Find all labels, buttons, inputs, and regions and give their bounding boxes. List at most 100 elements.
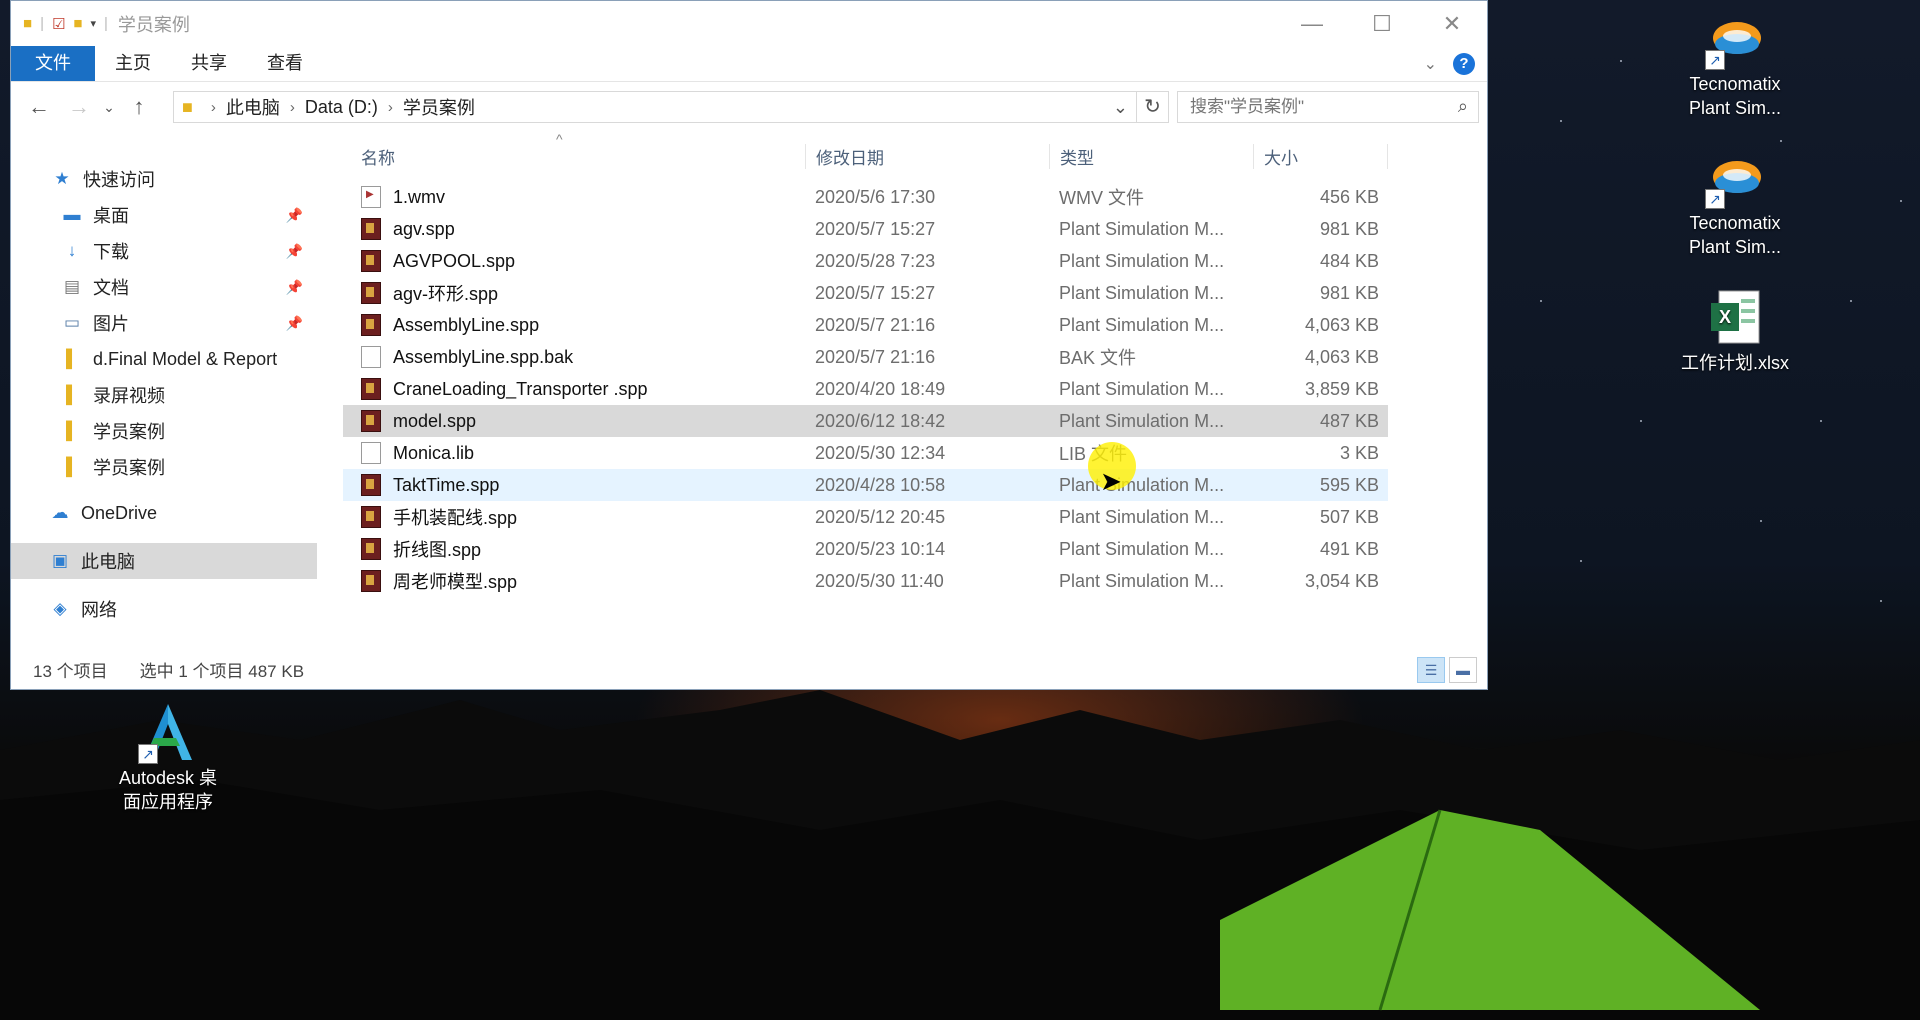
maximize-button[interactable]: ☐ bbox=[1347, 1, 1417, 46]
recent-locations-chevron-icon[interactable]: ⌄ bbox=[99, 99, 119, 116]
file-explorer-window: ■ | ☑ ■ ▾ | 学员案例 — ☐ ✕ 文件 主页 共享 查看 ⌄ ? ←… bbox=[10, 0, 1488, 690]
forward-arrow-icon[interactable]: → bbox=[59, 94, 99, 120]
column-header-type[interactable]: 类型 bbox=[1049, 143, 1253, 169]
column-header-size[interactable]: 大小 bbox=[1253, 143, 1388, 169]
address-bar[interactable]: ■ › 此电脑 › Data (D:) › 学员案例 ⌄ bbox=[173, 91, 1137, 123]
file-date: 2020/5/7 21:16 bbox=[815, 314, 936, 335]
nav-item-folder[interactable]: ▌ 录屏视频 bbox=[11, 377, 317, 413]
new-folder-icon[interactable]: ■ bbox=[73, 15, 82, 32]
nav-network[interactable]: ◈ 网络 bbox=[11, 591, 317, 627]
desktop-icon-label: 工作计划.xlsx bbox=[1681, 353, 1789, 373]
file-row[interactable]: agv.spp 2020/5/7 15:27 Plant Simulation M.… bbox=[343, 213, 1388, 245]
nav-item-folder[interactable]: ▌ 学员案例 bbox=[11, 449, 317, 485]
file-date: 2020/5/12 20:45 bbox=[815, 506, 946, 527]
desktop-wallpaper-mountains bbox=[0, 690, 1920, 1020]
mouse-pointer-icon: ➤ bbox=[1100, 466, 1122, 496]
file-row[interactable]: agv-环形.spp 2020/5/7 15:27 Plant Simulation… bbox=[343, 277, 1388, 309]
column-header-date[interactable]: 修改日期 bbox=[805, 143, 1049, 169]
expand-ribbon-chevron-icon[interactable]: ⌄ bbox=[1424, 54, 1437, 74]
file-row[interactable]: 折线图.spp 2020/5/23 10:14 Plant Simulation M… bbox=[343, 533, 1388, 565]
computer-icon: ▣ bbox=[51, 551, 69, 570]
pin-icon[interactable]: 📌 bbox=[286, 243, 303, 260]
minimize-button[interactable]: — bbox=[1277, 1, 1347, 46]
file-name-cell: 手机装配线.spp bbox=[343, 504, 805, 530]
file-type: Plant Simulation M... bbox=[1059, 410, 1225, 431]
file-size: 3,054 KB bbox=[1304, 570, 1379, 591]
properties-icon[interactable]: ☑ bbox=[52, 15, 65, 33]
file-type: WMV 文件 bbox=[1059, 188, 1144, 208]
nav-item-downloads[interactable]: ↓ 下载 📌 bbox=[11, 233, 317, 269]
file-row[interactable]: Monica.lib 2020/5/30 12:34 LIB 文件 3 KB bbox=[343, 437, 1388, 469]
file-type: BAK 文件 bbox=[1059, 348, 1137, 368]
desktop-tecnomatix-shortcut[interactable]: ↗ Tecnomatix Plant Sim... bbox=[1680, 8, 1790, 120]
breadcrumb-current-folder[interactable]: 学员案例 bbox=[403, 94, 475, 120]
plant-simulation-file-icon bbox=[361, 378, 381, 400]
refresh-icon[interactable]: ↻ bbox=[1137, 91, 1169, 123]
customize-toolbar-chevron-icon[interactable]: ▾ bbox=[90, 17, 96, 30]
breadcrumb-drive-d[interactable]: Data (D:) bbox=[305, 97, 378, 118]
excel-icon: X bbox=[1703, 287, 1767, 349]
file-row[interactable]: 周老师模型.spp 2020/5/30 11:40 Plant Simulation… bbox=[343, 565, 1388, 597]
nav-onedrive[interactable]: ☁ OneDrive bbox=[11, 495, 317, 531]
tab-share[interactable]: 共享 bbox=[171, 46, 247, 81]
help-icon[interactable]: ? bbox=[1453, 53, 1475, 75]
search-box[interactable]: ⌕ bbox=[1177, 91, 1479, 123]
desktop-excel-file[interactable]: X 工作计划.xlsx bbox=[1680, 287, 1790, 375]
up-arrow-icon[interactable]: ↑ bbox=[119, 94, 159, 120]
shortcut-arrow-icon: ↗ bbox=[1705, 189, 1725, 209]
file-size: 484 KB bbox=[1319, 250, 1379, 271]
nav-item-desktop[interactable]: ▬ 桌面 📌 bbox=[11, 197, 317, 233]
nav-item-folder[interactable]: ▌ d.Final Model & Report bbox=[11, 341, 317, 377]
pin-icon[interactable]: 📌 bbox=[286, 279, 303, 296]
file-name: AGVPOOL.spp bbox=[393, 250, 516, 271]
column-headers: ^ 名称 修改日期 类型 大小 bbox=[343, 131, 1483, 181]
desktop-autodesk-shortcut[interactable]: ↗ Autodesk 桌面应用程序 bbox=[112, 702, 224, 814]
file-name: Monica.lib bbox=[393, 442, 475, 463]
desktop-icon-label: Autodesk 桌面应用程序 bbox=[118, 768, 218, 812]
navigation-bar: ← → ⌄ ↑ ■ › 此电脑 › Data (D:) › 学员案例 ⌄ ↻ ⌕ bbox=[11, 82, 1487, 132]
nav-this-pc[interactable]: ▣ 此电脑 bbox=[11, 543, 317, 579]
folder-icon: ▌ bbox=[65, 421, 79, 440]
nav-item-pictures[interactable]: ▭ 图片 📌 bbox=[11, 305, 317, 341]
details-view-icon[interactable]: ☰ bbox=[1417, 657, 1445, 683]
desktop-tecnomatix-shortcut[interactable]: ↗ Tecnomatix Plant Sim... bbox=[1680, 147, 1790, 259]
file-type: Plant Simulation M... bbox=[1059, 218, 1225, 239]
file-row[interactable]: model.spp 2020/6/12 18:42 Plant Simulation… bbox=[343, 405, 1388, 437]
tab-file[interactable]: 文件 bbox=[11, 46, 95, 81]
file-type: Plant Simulation M... bbox=[1059, 506, 1225, 527]
close-button[interactable]: ✕ bbox=[1417, 1, 1487, 46]
pin-icon[interactable]: 📌 bbox=[286, 315, 303, 332]
file-type: Plant Simulation M... bbox=[1059, 282, 1225, 303]
file-row[interactable]: TaktTime.spp 2020/4/28 10:58 Plant Simulat… bbox=[343, 469, 1388, 501]
file-name: agv-环形.spp bbox=[393, 284, 499, 304]
column-header-name[interactable]: 名称 bbox=[343, 144, 805, 169]
nav-quick-access[interactable]: ★ 快速访问 bbox=[11, 161, 317, 197]
file-date: 2020/5/6 17:30 bbox=[815, 186, 936, 207]
breadcrumb-this-pc[interactable]: 此电脑 bbox=[226, 94, 280, 120]
file-row[interactable]: AGVPOOL.spp 2020/5/28 7:23 Plant Simulatio… bbox=[343, 245, 1388, 277]
nav-item-folder[interactable]: ▌ 学员案例 bbox=[11, 413, 317, 449]
file-row[interactable]: AssemblyLine.spp.bak 2020/5/7 21:16 BAK 文件… bbox=[343, 341, 1388, 373]
nav-label: 下载 bbox=[93, 242, 129, 262]
file-row[interactable]: CraneLoading_Transporter .spp 2020/4/20 1… bbox=[343, 373, 1388, 405]
pin-icon[interactable]: 📌 bbox=[286, 207, 303, 224]
file-name-cell: agv.spp bbox=[343, 218, 805, 240]
file-row[interactable]: 手机装配线.spp 2020/5/12 20:45 Plant Simulation… bbox=[343, 501, 1388, 533]
nav-item-documents[interactable]: ▤ 文档 📌 bbox=[11, 269, 317, 305]
back-arrow-icon[interactable]: ← bbox=[19, 94, 59, 120]
file-row[interactable]: AssemblyLine.spp 2020/5/7 21:16 Plant Simu… bbox=[343, 309, 1388, 341]
nav-label: d.Final Model & Report bbox=[93, 348, 278, 369]
search-icon[interactable]: ⌕ bbox=[1458, 96, 1468, 117]
tab-home[interactable]: 主页 bbox=[95, 46, 171, 81]
nav-label: 学员案例 bbox=[93, 422, 165, 442]
file-type: LIB 文件 bbox=[1059, 444, 1127, 464]
file-name: AssemblyLine.spp.bak bbox=[393, 346, 574, 367]
file-row[interactable]: 1.wmv 2020/5/6 17:30 WMV 文件 456 KB bbox=[343, 181, 1388, 213]
search-input[interactable] bbox=[1188, 96, 1442, 118]
address-dropdown-chevron-icon[interactable]: ⌄ bbox=[1105, 97, 1136, 118]
large-icons-view-icon[interactable]: ▬ bbox=[1449, 657, 1477, 683]
breadcrumb-separator-icon: › bbox=[387, 98, 393, 116]
tab-view[interactable]: 查看 bbox=[247, 46, 323, 81]
file-name: CraneLoading_Transporter .spp bbox=[393, 378, 648, 399]
file-name-cell: CraneLoading_Transporter .spp bbox=[343, 378, 805, 400]
